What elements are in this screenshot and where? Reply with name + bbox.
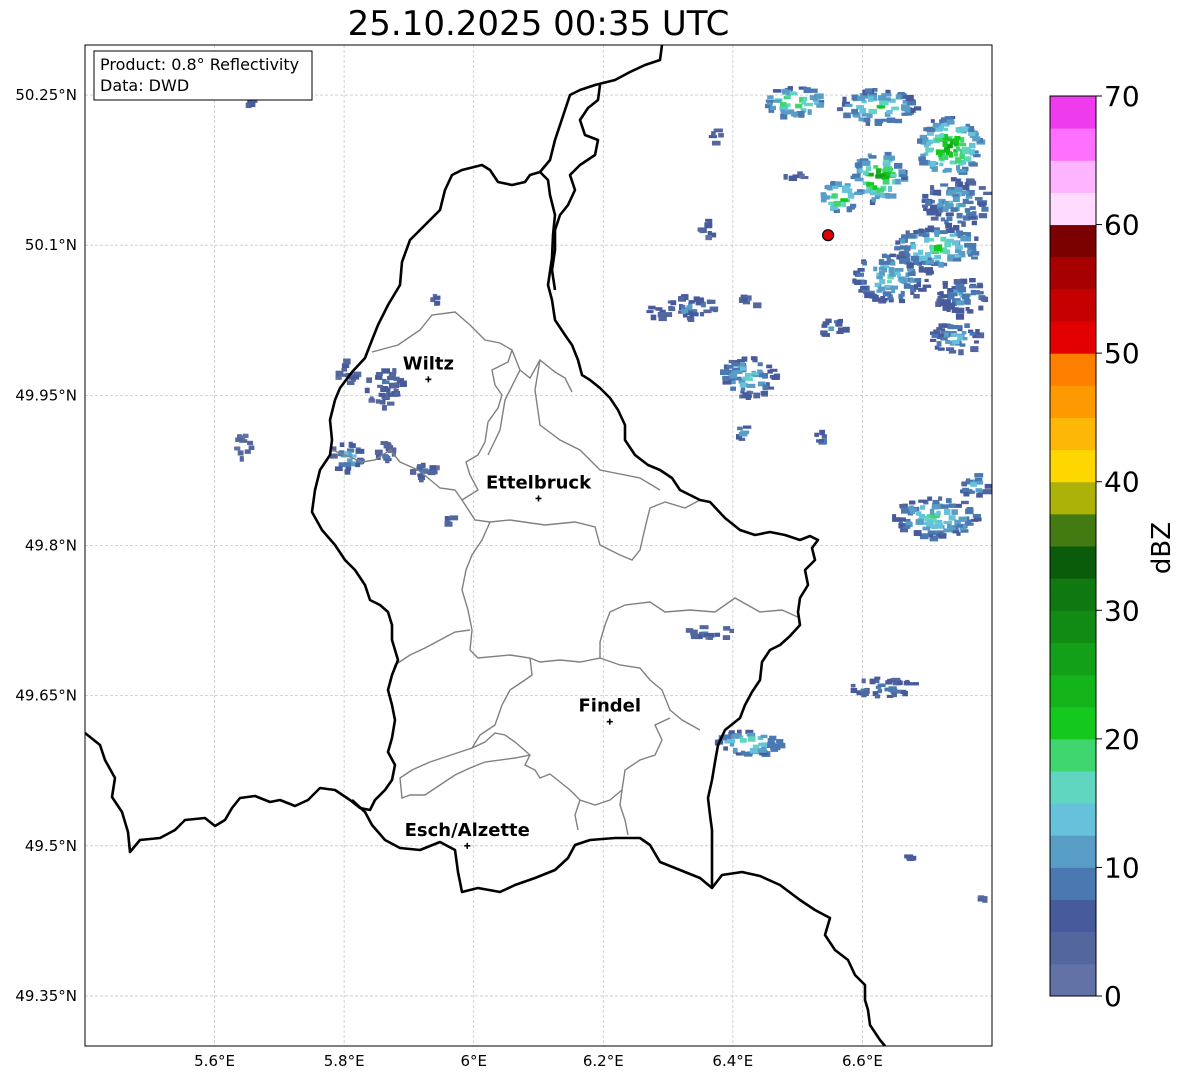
- colorbar-band: [1050, 931, 1096, 965]
- colorbar-band: [1050, 803, 1096, 836]
- colorbar-tick-label: 30: [1104, 594, 1140, 627]
- colorbar-band: [1050, 674, 1096, 708]
- colorbar-band: [1050, 610, 1096, 643]
- colorbar-band: [1050, 771, 1096, 804]
- colorbar-band: [1050, 642, 1096, 676]
- colorbar-band: [1050, 835, 1096, 868]
- colorbar-band: [1050, 256, 1096, 290]
- colorbar-tick-label: 20: [1104, 723, 1140, 756]
- colorbar-band: [1050, 321, 1096, 354]
- colorbar-band: [1050, 96, 1096, 129]
- colorbar-band: [1050, 481, 1096, 515]
- colorbar-band: [1050, 224, 1096, 258]
- colorbar-band: [1050, 385, 1096, 418]
- colorbar-band: [1050, 449, 1096, 483]
- colorbar-band: [1050, 899, 1096, 933]
- colorbar-band: [1050, 738, 1096, 772]
- colorbar-band: [1050, 128, 1096, 161]
- colorbar-ticks: 0 10 20 30 40 50 60 70: [1096, 80, 1140, 1013]
- colorbar-bands: [1050, 96, 1096, 997]
- colorbar-band: [1050, 867, 1096, 901]
- colorbar-band: [1050, 160, 1096, 193]
- colorbar-band: [1050, 546, 1096, 579]
- colorbar-band: [1050, 288, 1096, 322]
- colorbar-band: [1050, 417, 1096, 451]
- colorbar-label: dBZ: [1147, 522, 1177, 574]
- colorbar-band: [1050, 706, 1096, 740]
- colorbar-tick-label: 0: [1104, 980, 1122, 1013]
- colorbar: 0 10 20 30 40 50 60 70 dBZ: [1049, 80, 1177, 1013]
- colorbar-band: [1050, 963, 1096, 997]
- colorbar-tick-label: 40: [1104, 466, 1140, 499]
- colorbar-band: [1050, 353, 1096, 386]
- colorbar-band: [1050, 578, 1096, 611]
- colorbar-tick-label: 10: [1104, 851, 1140, 884]
- colorbar-tick-label: 70: [1104, 80, 1140, 113]
- colorbar-tick-label: 50: [1104, 337, 1140, 370]
- colorbar-tick-label: 60: [1104, 209, 1140, 242]
- colorbar-band: [1050, 192, 1096, 226]
- colorbar-band: [1050, 513, 1096, 547]
